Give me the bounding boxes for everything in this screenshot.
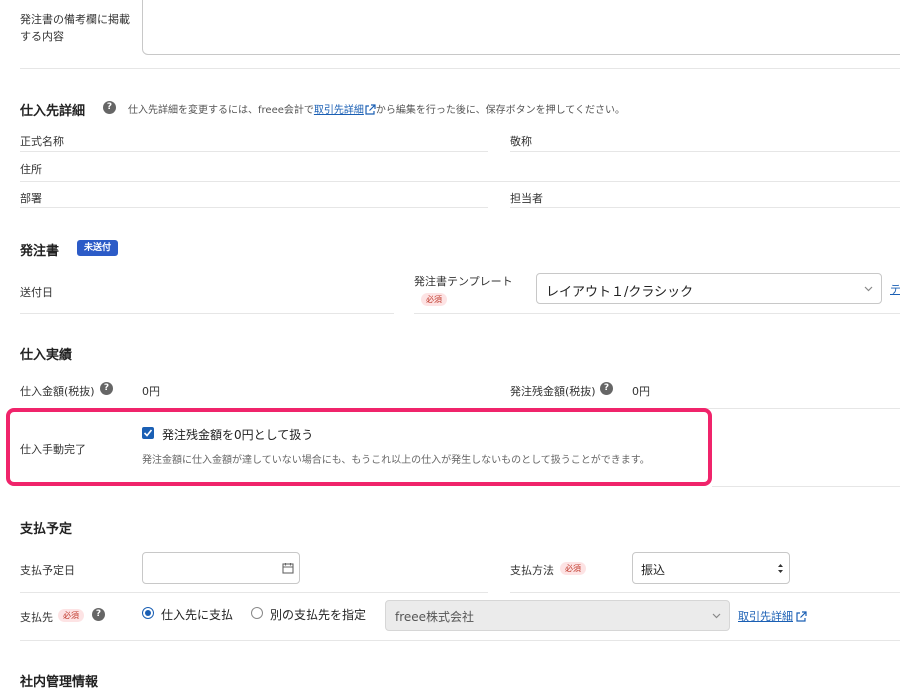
results-section-title: 仕入実績: [20, 348, 73, 363]
template-select[interactable]: レイアウト１/クラシック: [536, 273, 882, 304]
po-section-title: 発注書: [20, 244, 60, 259]
help-icon[interactable]: ?: [100, 382, 113, 395]
internal-section-title: 社内管理情報: [20, 675, 99, 690]
supplier-help-pre: 仕入先詳細を変更するには、freee会計で: [128, 105, 314, 116]
payee-select-value: freee株式会社: [395, 610, 475, 624]
divider: [20, 68, 900, 69]
chevron-down-icon: [864, 286, 873, 292]
select-arrows-icon: [778, 564, 783, 573]
template-label: 発注書テンプレート: [414, 275, 513, 288]
radio-pay-supplier-label[interactable]: 仕入先に支払: [161, 606, 233, 623]
divider: [20, 592, 488, 593]
notes-label: 発注書の備考欄に掲載する内容: [20, 13, 130, 43]
supplier-detail-link[interactable]: 取引先詳細: [314, 105, 364, 116]
help-icon[interactable]: ?: [92, 608, 105, 621]
required-badge: 必須: [58, 609, 84, 622]
purchase-amount-label: 仕入金額(税抜): [20, 385, 95, 398]
official-name-label: 正式名称: [20, 135, 64, 148]
sent-date-label: 送付日: [20, 286, 53, 299]
supplier-help-post: から編集を行った後に、保存ボタンを押してください。: [375, 105, 625, 116]
help-icon[interactable]: ?: [103, 101, 116, 114]
radio-other-payee[interactable]: [251, 607, 263, 619]
divider: [414, 313, 900, 314]
divider: [712, 486, 900, 487]
divider: [20, 151, 488, 152]
payment-date-input[interactable]: [142, 552, 300, 584]
divider: [20, 313, 394, 314]
supplier-section-title: 仕入先詳細: [20, 104, 86, 119]
divider: [510, 207, 900, 208]
address-label: 住所: [20, 163, 42, 176]
remaining-amount-value: 0円: [632, 385, 650, 398]
radio-other-payee-label[interactable]: 別の支払先を指定: [270, 606, 366, 623]
payee-detail-link-wrap[interactable]: 取引先詳細: [738, 608, 807, 624]
payee-detail-link[interactable]: 取引先詳細: [738, 610, 793, 623]
radio-selected-dot: [145, 610, 151, 616]
supplier-help-text: 仕入先詳細を変更するには、freee会計で取引先詳細 から編集を行った後に、保存ボ…: [128, 101, 625, 116]
external-link-icon[interactable]: [364, 104, 376, 116]
person-label: 担当者: [510, 192, 543, 205]
status-badge: 未送付: [77, 240, 119, 256]
required-badge: 必須: [560, 562, 586, 575]
payment-date-label: 支払予定日: [20, 564, 75, 577]
payee-select[interactable]: freee株式会社: [385, 600, 730, 631]
divider: [510, 151, 900, 152]
chevron-down-icon: [712, 613, 721, 619]
payment-section-title: 支払予定: [20, 522, 73, 537]
remaining-amount-label: 発注残金額(税抜): [510, 385, 596, 398]
payment-method-select[interactable]: 振込: [632, 552, 790, 584]
divider: [20, 640, 900, 641]
purchase-amount-value: 0円: [142, 385, 160, 398]
template-select-value: レイアウト１/クラシック: [546, 285, 694, 300]
divider: [20, 181, 900, 182]
highlight-box: [6, 408, 712, 486]
external-link-icon[interactable]: [795, 611, 807, 623]
honorific-label: 敬称: [510, 135, 532, 148]
payment-method-label: 支払方法: [510, 564, 554, 577]
calendar-icon[interactable]: [282, 562, 294, 574]
template-edit-link[interactable]: テ: [890, 281, 900, 297]
payment-method-value: 振込: [641, 563, 666, 577]
payee-label: 支払先: [20, 611, 53, 624]
required-badge: 必須: [421, 293, 447, 306]
notes-textarea[interactable]: [142, 0, 900, 55]
divider: [510, 592, 900, 593]
help-icon[interactable]: ?: [600, 382, 613, 395]
radio-pay-supplier[interactable]: [142, 607, 154, 619]
divider: [20, 207, 488, 208]
department-label: 部署: [20, 192, 42, 205]
